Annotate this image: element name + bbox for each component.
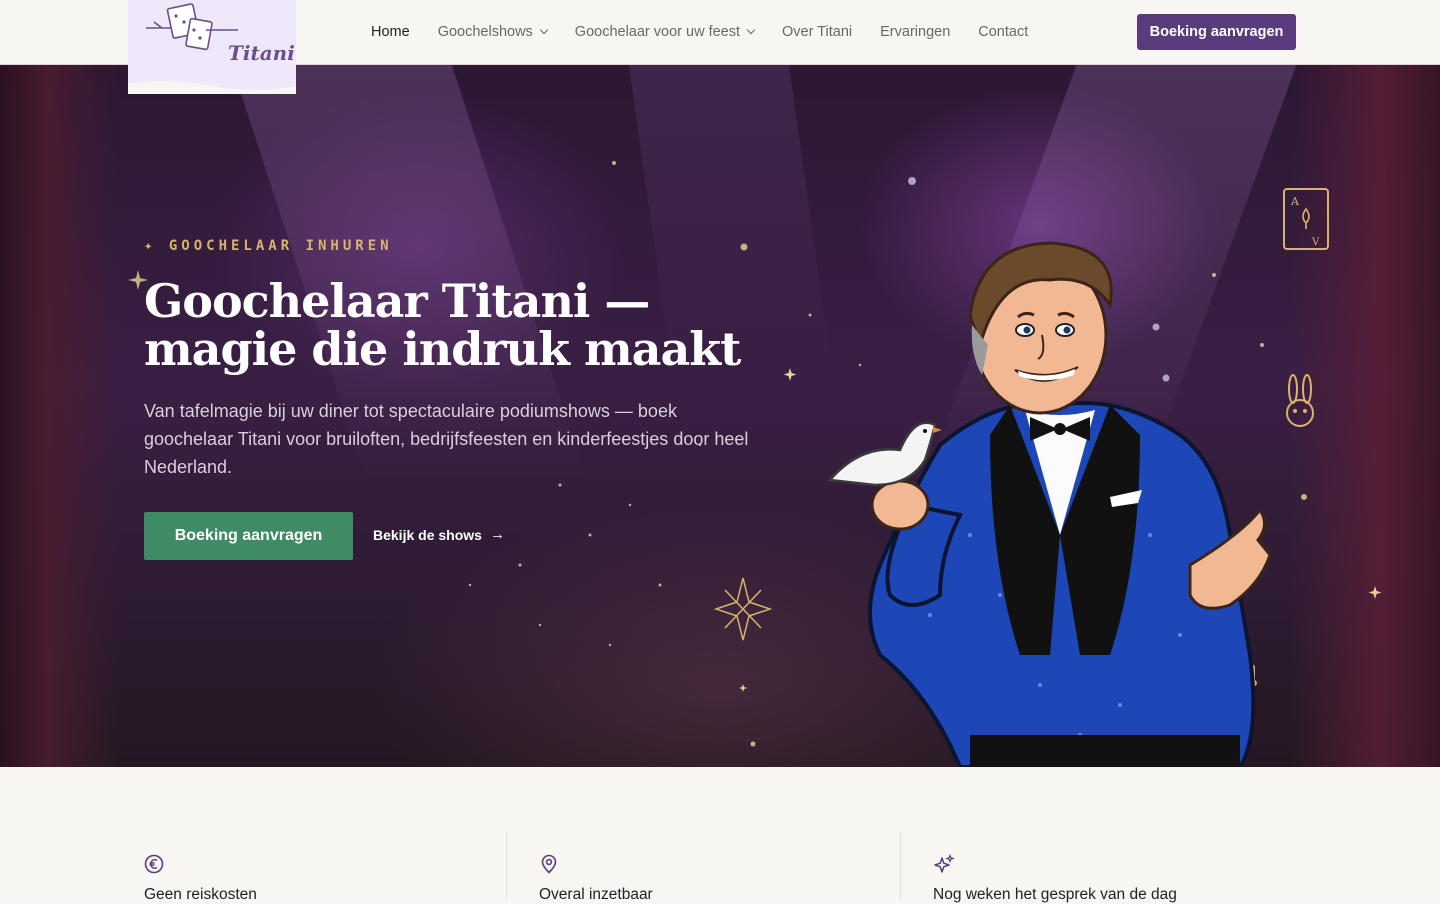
magician-illustration: [827, 241, 1272, 767]
svg-text:V: V: [1311, 237, 1320, 248]
playing-card-icon: A V: [1283, 188, 1329, 250]
map-pin-icon: [541, 854, 557, 874]
nav-contact[interactable]: Contact: [978, 24, 1028, 40]
nav-goochelaar-feest[interactable]: Goochelaar voor uw feest: [574, 24, 756, 40]
hero-section: A V ✦ GOOCHELAAR INHUREN Goochelaar Tita…: [0, 65, 1440, 767]
euro-icon: [144, 854, 164, 874]
hero-eyebrow: ✦ GOOCHELAAR INHUREN: [144, 238, 393, 254]
nav-ervaringen[interactable]: Ervaringen: [880, 24, 950, 40]
nav-over-titani-label: Over Titani: [782, 24, 853, 40]
feature-title: Geen reiskosten: [144, 886, 257, 903]
hero-subtitle: Van tafelmagie bij uw diner tot spectacu…: [144, 401, 749, 477]
feature-item: Overal inzetbaar: [539, 767, 879, 903]
view-shows-link[interactable]: Bekijk de shows →: [373, 526, 505, 543]
nav-ervaringen-label: Ervaringen: [880, 24, 951, 40]
nav-goochelaar-feest-label: Goochelaar voor uw feest: [574, 24, 741, 40]
nav-contact-label: Contact: [978, 24, 1029, 40]
feature-item: Geen reiskosten: [144, 767, 484, 903]
nav-over-titani[interactable]: Over Titani: [782, 24, 852, 40]
view-shows-label: Bekijk de shows: [373, 526, 482, 543]
hero-title: Goochelaar Titani — magie die indruk maa…: [144, 274, 741, 376]
features-section: Geen reiskosten Overal inzetbaar Nog wek…: [0, 767, 1440, 903]
nav-goochelshows-label: Goochelshows: [437, 24, 533, 40]
feature-item: Nog weken het gesprek van de dag: [933, 767, 1293, 903]
feature-divider: [506, 832, 507, 900]
hero-booking-button[interactable]: Boeking aanvragen: [144, 512, 353, 560]
feature-title: Nog weken het gesprek van de dag: [933, 886, 1177, 903]
chevron-down-icon: [746, 25, 756, 35]
nav-goochelshows[interactable]: Goochelshows: [437, 24, 549, 40]
sparkles-icon: [934, 854, 955, 873]
rabbit-icon: [1286, 374, 1314, 427]
feature-title: Overal inzetbaar: [539, 886, 653, 903]
arrow-right-icon: →: [489, 526, 505, 543]
logo[interactable]: Titani: [128, 0, 296, 94]
feature-divider: [900, 832, 901, 900]
site-header: Titani Home Goochelshows Goochelaar voor…: [0, 0, 1440, 94]
svg-text:A: A: [1290, 195, 1300, 208]
main-nav: Home Goochelshows Goochelaar voor uw fee…: [371, 0, 1056, 64]
chevron-down-icon: [539, 25, 549, 35]
logo-graphic: Titani: [128, 3, 296, 94]
nav-home-label: Home: [371, 24, 410, 40]
header-booking-button[interactable]: Boeking aanvragen: [1137, 14, 1296, 50]
nav-home[interactable]: Home: [371, 24, 410, 40]
svg-text:Titani: Titani: [228, 41, 295, 65]
